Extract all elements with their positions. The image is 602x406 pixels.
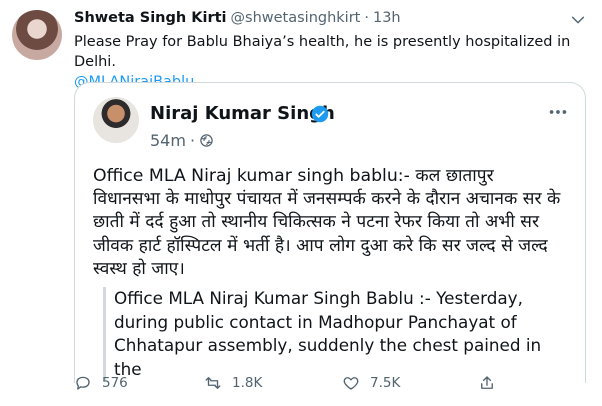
tweet-header: Shweta Singh Kirti @shwetasinghkirt · 13… [74, 10, 401, 32]
like-button[interactable]: 7.5K [342, 374, 400, 392]
share-icon [481, 376, 493, 389]
quoted-time-separator: · [189, 131, 196, 150]
reply-button[interactable]: 576 [74, 374, 128, 392]
quoted-author-avatar[interactable] [93, 97, 139, 143]
author-avatar[interactable] [12, 10, 62, 60]
author-handle[interactable]: @shwetasinghkirt [231, 10, 361, 26]
retweet-count: 1.8K [232, 375, 263, 391]
time-separator: · [364, 10, 369, 26]
like-icon [343, 377, 359, 390]
quoted-tweet-text: Office MLA Niraj kumar singh bablu:- कल … [93, 166, 561, 279]
more-icon[interactable] [547, 101, 569, 123]
reply-count: 576 [102, 375, 128, 391]
quoted-tweet-meta: 54m · [150, 131, 214, 150]
quoted-tweet-card[interactable]: Niraj Kumar Singh 54m · Office MLA Niraj… [74, 82, 586, 383]
retweet-button[interactable]: 1.8K [204, 374, 262, 392]
like-count: 7.5K [370, 375, 401, 391]
quoted-author-name[interactable]: Niraj Kumar Singh [150, 103, 335, 124]
share-button[interactable] [478, 374, 496, 392]
tweet-body: Please Pray for Bablu Bhaiya’s health, h… [74, 34, 571, 70]
tweet-actions: 576 1.8K 7.5K [74, 374, 584, 400]
verified-badge-icon [311, 105, 329, 123]
author-name[interactable]: Shweta Singh Kirti [74, 10, 227, 26]
tweet-time[interactable]: 13h [373, 10, 401, 26]
retweet-icon [205, 377, 221, 389]
nested-quoted-text[interactable]: Office MLA Niraj Kumar Singh Bablu :- Ye… [103, 287, 544, 381]
chevron-down-icon[interactable] [570, 12, 586, 28]
reply-icon [76, 376, 90, 390]
quoted-tweet-time[interactable]: 54m [150, 131, 186, 150]
globe-icon [200, 134, 213, 147]
